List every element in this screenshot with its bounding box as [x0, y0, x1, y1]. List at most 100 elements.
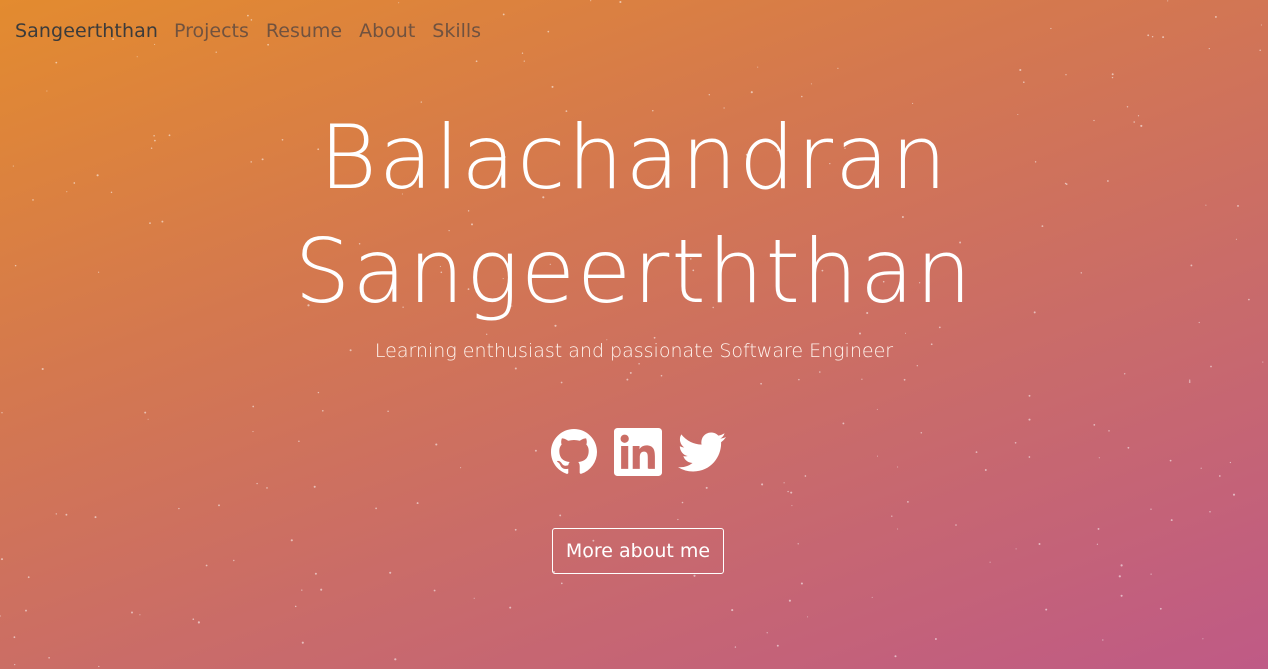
star-dot	[897, 466, 899, 468]
linkedin-link[interactable]	[614, 428, 662, 476]
star-dot	[955, 524, 957, 526]
star-dot	[0, 558, 4, 561]
nav-link-projects[interactable]: Projects	[174, 20, 249, 42]
star-dot	[1093, 424, 1096, 426]
star-dot	[837, 67, 839, 69]
more-about-me-button[interactable]: More about me	[552, 528, 724, 574]
star-dot	[252, 431, 254, 433]
star-dot	[178, 507, 180, 510]
star-dot	[804, 475, 807, 477]
star-dot	[317, 391, 320, 394]
star-dot	[435, 443, 438, 446]
star-dot	[313, 485, 316, 488]
star-dot	[387, 410, 389, 412]
star-dot	[1022, 81, 1025, 84]
star-dot	[27, 576, 30, 579]
star-dot	[653, 336, 656, 339]
social-links	[550, 428, 726, 476]
nav-link-resume[interactable]: Resume	[266, 20, 342, 42]
star-dot	[1159, 607, 1162, 610]
star-dot	[906, 500, 909, 503]
star-dot	[788, 599, 791, 602]
nav-link-about[interactable]: About	[359, 20, 415, 42]
star-dot	[693, 574, 696, 577]
star-dot	[1015, 548, 1017, 550]
star-dot	[766, 632, 768, 634]
hero-subtitle: Learning enthusiast and passionate Softw…	[374, 340, 894, 362]
star-dot	[989, 561, 991, 563]
star-dot	[375, 507, 377, 510]
star-dot	[1096, 543, 1099, 545]
star-dot	[1170, 519, 1173, 522]
star-dot	[705, 486, 708, 489]
star-dot	[252, 405, 255, 408]
star-dot	[1127, 446, 1130, 449]
star-dot	[514, 528, 517, 531]
star-dot	[904, 332, 907, 334]
star-dot	[1150, 508, 1152, 510]
hero-name-first: Balachandran	[319, 106, 949, 209]
star-dot	[1028, 394, 1031, 397]
hero-name-last: Sangeerththan	[294, 220, 974, 323]
star-dot	[41, 367, 44, 371]
star-dot	[560, 381, 563, 384]
star-dot	[760, 382, 762, 385]
star-dot	[629, 371, 632, 374]
star-dot	[1097, 527, 1100, 530]
star-dot	[298, 440, 300, 443]
star-dot	[559, 514, 562, 517]
twitter-link[interactable]	[678, 428, 726, 476]
star-dot	[389, 571, 392, 574]
star-dot	[800, 582, 803, 585]
star-dot	[256, 482, 258, 485]
star-dot	[819, 371, 821, 373]
star-dot	[416, 502, 419, 505]
star-dot	[891, 515, 893, 517]
star-dot	[807, 616, 809, 618]
star-dot	[708, 94, 710, 96]
star-dot	[1111, 76, 1114, 79]
star-dot	[1188, 381, 1191, 383]
star-dot	[301, 589, 303, 591]
star-dot	[801, 95, 803, 98]
star-dot	[94, 516, 97, 519]
star-dot	[144, 411, 147, 414]
star-dot	[1229, 461, 1232, 464]
star-dot	[46, 90, 48, 92]
star-dot	[894, 655, 897, 658]
star-dot	[48, 657, 50, 659]
star-dot	[1200, 467, 1202, 469]
star-dot	[858, 332, 862, 335]
star-dot	[1210, 365, 1212, 368]
star-dot	[1123, 373, 1126, 375]
star-dot	[1202, 638, 1204, 640]
star-dot	[934, 638, 937, 640]
star-dot	[1098, 457, 1100, 459]
star-dot	[984, 469, 987, 471]
star-dot	[514, 367, 517, 370]
star-dot	[975, 451, 978, 453]
star-dot	[810, 83, 812, 85]
star-dot	[1, 412, 3, 414]
star-dot	[1108, 430, 1110, 432]
star-dot	[551, 85, 554, 88]
star-dot	[750, 91, 753, 94]
star-dot	[1102, 639, 1104, 641]
star-dot	[791, 505, 793, 507]
star-dot	[192, 618, 195, 621]
star-dot	[1118, 575, 1121, 578]
nav-link-skills[interactable]: Skills	[432, 20, 481, 42]
star-dot	[1169, 459, 1172, 462]
star-dot	[903, 378, 906, 381]
star-dot	[1028, 456, 1031, 458]
nav-links: Projects Resume About Skills	[174, 20, 481, 42]
star-dot	[233, 559, 235, 562]
star-dot	[266, 487, 268, 489]
navbar-brand[interactable]: Sangeerththan	[15, 20, 158, 42]
star-dot	[734, 646, 737, 648]
star-dot	[131, 611, 133, 614]
star-dot	[731, 609, 734, 612]
star-dot	[1189, 379, 1191, 381]
star-dot	[55, 513, 57, 515]
github-link[interactable]	[550, 428, 598, 476]
